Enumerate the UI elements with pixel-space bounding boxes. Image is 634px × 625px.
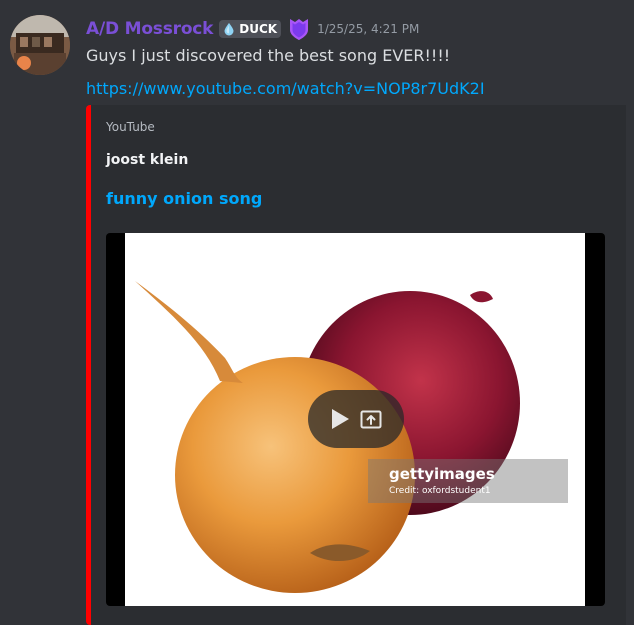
play-icon xyxy=(332,409,349,429)
video-controls xyxy=(308,390,404,448)
embed-author[interactable]: joost klein xyxy=(106,152,188,168)
play-button[interactable] xyxy=(329,407,351,431)
water-drop-icon xyxy=(224,23,234,36)
message-link[interactable]: https://www.youtube.com/watch?v=NOP8r7Ud… xyxy=(86,79,485,98)
video-thumbnail[interactable]: gettyimages Credit: oxfordstudent1 xyxy=(106,233,605,606)
link-embed: YouTube joost klein funny onion song get… xyxy=(86,105,626,625)
avatar[interactable] xyxy=(10,15,70,75)
chat-message: A/D Mossrock DUCK 1/25/25, 4:21 PM Guys … xyxy=(0,0,634,625)
server-tag[interactable]: DUCK xyxy=(219,20,282,38)
embed-title[interactable]: funny onion song xyxy=(106,189,262,208)
message-text: Guys I just discovered the best song EVE… xyxy=(86,46,451,65)
watermark-credit: Credit: oxfordstudent1 xyxy=(389,486,491,496)
embed-provider[interactable]: YouTube xyxy=(106,120,155,134)
timestamp[interactable]: 1/25/25, 4:21 PM xyxy=(317,22,419,36)
server-tag-label: DUCK xyxy=(239,22,278,36)
open-external-icon xyxy=(360,410,382,429)
open-external-button[interactable] xyxy=(359,407,383,431)
message-header: A/D Mossrock DUCK 1/25/25, 4:21 PM xyxy=(86,17,419,41)
purple-shield-icon[interactable] xyxy=(286,16,312,42)
username[interactable]: A/D Mossrock xyxy=(86,19,213,39)
watermark-brand: gettyimages xyxy=(389,465,495,483)
